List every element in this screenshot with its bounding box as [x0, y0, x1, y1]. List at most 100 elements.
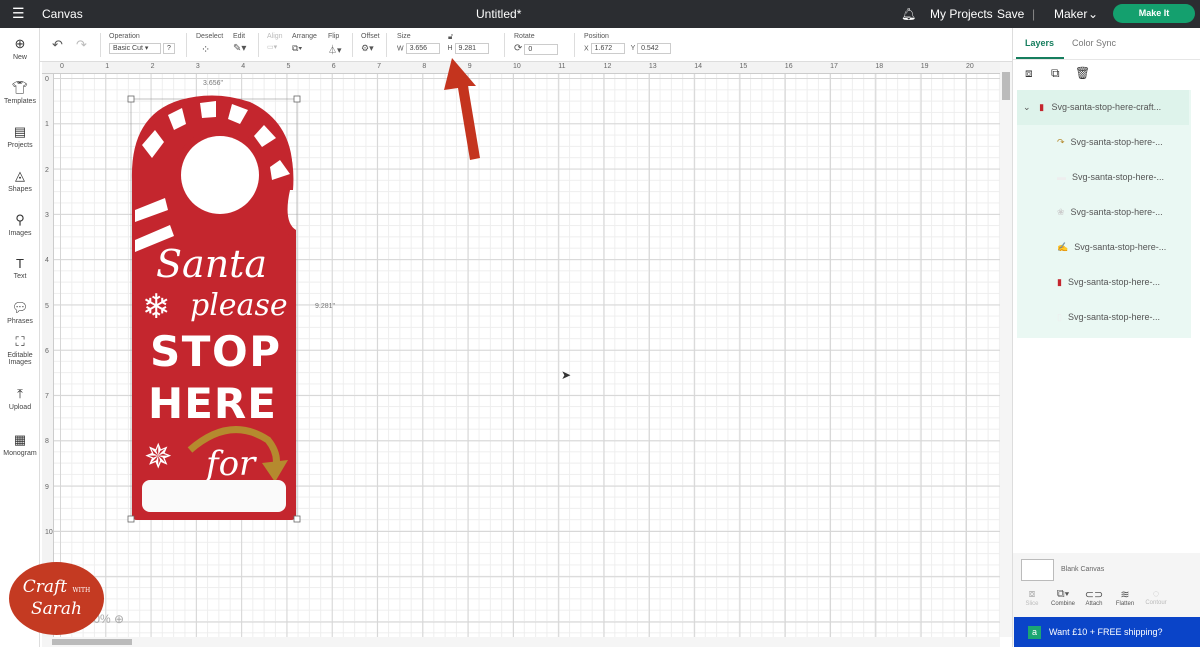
offset-label: Offset — [361, 33, 380, 40]
ruler-tick-label: 18 — [875, 63, 884, 70]
layer-item[interactable]: ❀ Svg-santa-stop-here-... — [1017, 195, 1189, 230]
layer-item[interactable]: ▬ Svg-santa-stop-here-... — [1017, 160, 1189, 195]
sidebar-item-images[interactable]: ⚲ Images — [0, 212, 40, 237]
ruler-tick-label: 9 — [45, 483, 49, 491]
sidebar-item-shapes[interactable]: ◬ Shapes — [0, 168, 40, 193]
offset-icon[interactable]: ⚙▾ — [361, 43, 374, 53]
height-input[interactable]: 9.281 — [454, 43, 489, 54]
sidebar-item-new[interactable]: ⊕ New — [0, 36, 40, 61]
flatten-icon: ≋ — [1120, 589, 1130, 601]
bell-icon[interactable]: 🔔︎ — [901, 7, 916, 21]
santa-text: Santa — [156, 242, 267, 286]
make-it-button[interactable]: Make It — [1113, 4, 1195, 23]
deselect-icon[interactable]: ⁘ — [201, 44, 210, 56]
my-projects-link[interactable]: My Projects — [930, 7, 993, 21]
ruler-tick-label: 7 — [45, 393, 49, 401]
sidebar-label: Upload — [8, 404, 32, 411]
width-dimension: 3.656" — [203, 80, 224, 87]
height-dimension: 9.281" — [315, 303, 336, 310]
layer-group[interactable]: ⌄ ▮ Svg-santa-stop-here-craft... — [1017, 90, 1189, 125]
y-input[interactable]: 0.542 — [637, 43, 672, 54]
please-text: please — [190, 288, 288, 323]
layer-thumb-icon: ▬ — [1057, 172, 1066, 182]
edit-image-icon: ⛶ — [15, 334, 25, 349]
chevron-down-icon[interactable]: ⌄ — [1023, 102, 1031, 112]
duplicate-icon[interactable]: ⧉ — [1051, 66, 1060, 81]
group-icon[interactable]: ⧈ — [1025, 66, 1033, 81]
tab-color-sync[interactable]: Color Sync — [1072, 38, 1116, 48]
blank-canvas-label: Blank Canvas — [1061, 566, 1105, 573]
layer-item[interactable]: ▮ Svg-santa-stop-here-... — [1017, 265, 1189, 300]
promo-text: Want £10 + FREE shipping? — [1049, 627, 1163, 637]
layer-thumb-icon: ✍ — [1057, 242, 1069, 252]
ruler-tick-label: 7 — [377, 63, 381, 70]
upload-icon: ⤒ — [17, 386, 23, 401]
arrange-icon[interactable]: ⧉▾ — [292, 43, 302, 53]
attach-button[interactable]: ⊂⊃ Attach — [1079, 588, 1109, 607]
chevron-down-icon[interactable]: ⌄ — [1088, 7, 1098, 21]
sidebar-label: Monogram — [3, 450, 37, 457]
ruler-tick-label: 6 — [45, 347, 49, 355]
sidebar-label: Templates — [4, 98, 36, 105]
combine-button[interactable]: ⧉▾ Combine — [1048, 588, 1078, 607]
projects-icon: ▤ — [13, 124, 27, 139]
door-hanger-design[interactable]: 3.656" 9.281" Santa please ❄ STOP HERE ✵… — [120, 70, 360, 530]
rotate-input[interactable]: 0 — [524, 43, 559, 55]
x-input[interactable]: 1.672 — [590, 43, 625, 54]
redo-icon[interactable]: ↷ — [76, 37, 87, 53]
layer-item[interactable]: ✍ Svg-santa-stop-here-... — [1017, 230, 1189, 265]
lock-icon[interactable]: 🔓︎ — [448, 32, 453, 42]
layer-label: Svg-santa-stop-here-... — [1067, 277, 1160, 287]
flatten-button[interactable]: ≋ Flatten — [1110, 588, 1140, 607]
action-label: Slice — [1025, 601, 1039, 607]
layer-label: Svg-santa-stop-here-... — [1074, 242, 1167, 252]
operation-select[interactable]: Basic Cut ▾ — [109, 43, 161, 54]
horizontal-scrollbar[interactable] — [42, 637, 1000, 647]
sidebar-item-projects[interactable]: ▤ Projects — [0, 124, 40, 149]
undo-icon[interactable]: ↶ — [52, 37, 63, 53]
contour-button[interactable]: ◌ Contour — [1141, 588, 1171, 606]
app-name: Canvas — [42, 7, 83, 21]
blank-canvas-thumb[interactable] — [1021, 559, 1054, 581]
action-label: Attach — [1085, 601, 1103, 607]
align-icon[interactable]: ▭▾ — [267, 44, 277, 51]
pencil-icon[interactable]: ✎▾ — [233, 43, 246, 54]
promo-banner[interactable]: a Want £10 + FREE shipping? — [1014, 617, 1200, 647]
ruler-tick-label: 8 — [422, 63, 427, 70]
deselect-label: Deselect — [196, 33, 224, 40]
zoom-in-icon[interactable]: ⊕ — [114, 612, 124, 626]
width-input[interactable]: 3.656 — [405, 43, 440, 54]
ruler-tick-label: 15 — [739, 63, 748, 70]
save-button[interactable]: Save — [997, 7, 1024, 21]
trash-icon[interactable]: 🗑︎ — [1075, 66, 1090, 80]
vertical-scrollbar[interactable] — [1000, 62, 1012, 637]
menu-icon[interactable]: ☰ — [12, 5, 25, 22]
top-bar: ☰ Canvas Untitled* 🔔︎ My Projects Save |… — [0, 0, 1200, 28]
sidebar-item-upload[interactable]: ⤒ Upload — [0, 386, 40, 411]
sidebar-item-monogram[interactable]: ▦ Monogram — [0, 432, 40, 457]
layer-item[interactable]: ▯ Svg-santa-stop-here-... — [1017, 300, 1189, 335]
flip-icon[interactable]: ⏃▾ — [328, 45, 342, 55]
sidebar-item-text[interactable]: T Text — [0, 256, 40, 280]
tab-layers[interactable]: Layers — [1025, 38, 1054, 48]
ruler-tick-label: 0 — [45, 76, 49, 83]
machine-select[interactable]: Maker — [1054, 7, 1087, 21]
text-icon: T — [16, 256, 24, 271]
layer-label: Svg-santa-stop-here-craft... — [1051, 102, 1162, 112]
layer-item[interactable]: ↷ Svg-santa-stop-here-... — [1017, 125, 1189, 160]
ruler-tick-label: 3 — [195, 63, 200, 70]
sidebar-item-templates[interactable]: 👕︎ Templates — [0, 80, 40, 105]
slice-button[interactable]: ⧇ Slice — [1017, 588, 1047, 607]
red-arrow-annotation — [444, 58, 480, 160]
for-text: for — [203, 444, 257, 484]
craft-with-sarah-logo: Craft WITH Sarah — [9, 562, 104, 635]
hanger-thumb-icon: ▮ — [1039, 102, 1045, 112]
ruler-tick-label: 8 — [45, 438, 49, 446]
vertical-ruler: 0 1 2 3 4 5 6 7 8 9 10 — [42, 74, 54, 637]
rotate-label: Rotate — [514, 33, 535, 40]
sidebar-item-phrases[interactable]: 💬︎ Phrases — [0, 300, 40, 325]
action-label: Contour — [1145, 600, 1167, 606]
help-button[interactable]: ? — [162, 43, 175, 54]
arrange-label: Arrange — [292, 33, 317, 40]
sidebar-item-editable-images[interactable]: ⛶ Editable Images — [0, 334, 40, 366]
